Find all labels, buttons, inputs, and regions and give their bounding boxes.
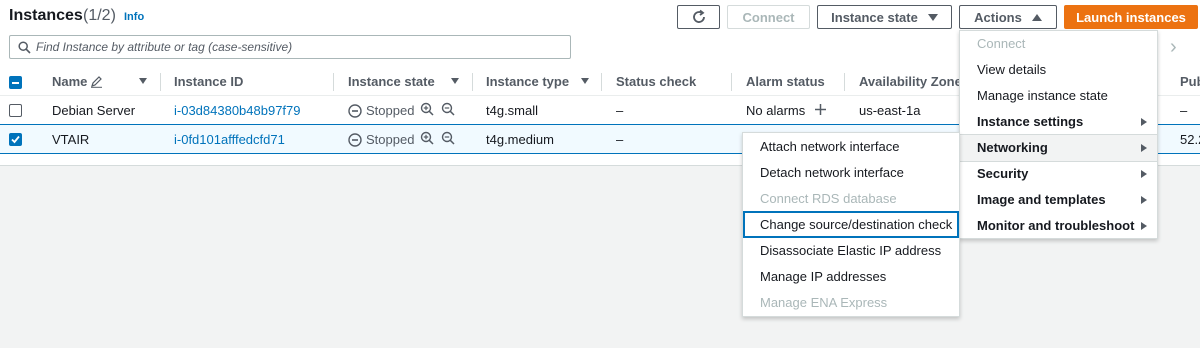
- launch-instances-label: Launch instances: [1076, 9, 1186, 25]
- column-separator: [472, 73, 473, 91]
- sort-icon[interactable]: [139, 78, 147, 84]
- column-header-availability-zone[interactable]: Availability Zone: [859, 74, 962, 89]
- column-header-alarm-status[interactable]: Alarm status: [746, 74, 825, 89]
- menu-item-image-and-templates[interactable]: Image and templates: [960, 187, 1157, 213]
- caret-down-icon: [927, 13, 938, 21]
- instance-name: VTAIR: [52, 132, 90, 147]
- instance-name: Debian Server: [52, 103, 136, 118]
- column-header-public[interactable]: Pub: [1180, 74, 1200, 89]
- menu-item-manage-instance-state[interactable]: Manage instance state: [960, 83, 1157, 109]
- menu-item-attach-network-interface[interactable]: Attach network interface: [743, 134, 959, 160]
- menu-item-monitor-and-troubleshoot[interactable]: Monitor and troubleshoot: [960, 213, 1157, 239]
- stopped-icon: [348, 103, 362, 118]
- submenu-arrow-icon: [1141, 170, 1147, 178]
- check-icon: [11, 135, 20, 144]
- connect-button[interactable]: Connect: [727, 5, 810, 29]
- column-separator: [844, 73, 845, 91]
- launch-instances-button[interactable]: Launch instances: [1064, 5, 1198, 29]
- status-check: –: [616, 132, 624, 147]
- menu-item-detach-network-interface[interactable]: Detach network interface: [743, 160, 959, 186]
- column-header-status-check[interactable]: Status check: [616, 74, 696, 89]
- edit-icon: [91, 76, 102, 88]
- connect-label: Connect: [742, 9, 795, 25]
- status-check: –: [616, 103, 624, 118]
- add-alarm-icon[interactable]: [814, 103, 827, 116]
- instance-type: t4g.small: [486, 103, 539, 118]
- networking-submenu: Attach network interface Detach network …: [742, 132, 960, 317]
- refresh-icon: [692, 9, 705, 23]
- alarm-status: No alarms: [746, 103, 806, 118]
- sort-icon[interactable]: [451, 78, 459, 84]
- sort-icon[interactable]: [581, 78, 589, 84]
- search-icon: [18, 41, 31, 54]
- row-checkbox[interactable]: [9, 104, 22, 117]
- zoom-in-icon[interactable]: [420, 131, 434, 145]
- menu-item-networking[interactable]: Networking: [960, 134, 1157, 162]
- public-ip: 52.2: [1180, 132, 1200, 147]
- stopped-icon: [348, 132, 362, 147]
- availability-zone: us-east-1a: [859, 103, 921, 118]
- instance-state-label: Stopped: [366, 132, 415, 147]
- caret-up-icon: [1031, 13, 1042, 21]
- submenu-arrow-icon: [1141, 118, 1147, 126]
- menu-item-connect[interactable]: Connect: [960, 31, 1157, 57]
- menu-item-instance-settings[interactable]: Instance settings: [960, 109, 1157, 135]
- column-header-name[interactable]: Name: [52, 74, 87, 89]
- submenu-arrow-icon: [1141, 144, 1147, 152]
- instance-state: Stopped: [348, 132, 414, 147]
- instance-state-button[interactable]: Instance state: [817, 5, 952, 29]
- column-header-instance-type[interactable]: Instance type: [486, 74, 569, 89]
- menu-item-manage-ena-express[interactable]: Manage ENA Express: [743, 290, 959, 316]
- column-header-instance-id[interactable]: Instance ID: [174, 74, 243, 89]
- search-box: [9, 35, 571, 59]
- column-separator: [731, 73, 732, 91]
- instance-state-label: Instance state: [831, 9, 918, 25]
- submenu-arrow-icon: [1141, 196, 1147, 204]
- search-input[interactable]: [36, 39, 556, 55]
- instance-type: t4g.medium: [486, 132, 554, 147]
- zoom-out-icon[interactable]: [441, 102, 455, 116]
- menu-item-connect-rds-database[interactable]: Connect RDS database: [743, 186, 959, 212]
- column-separator: [601, 73, 602, 91]
- select-all-checkbox[interactable]: [9, 76, 22, 89]
- next-page-chevron-icon[interactable]: ›: [1170, 36, 1177, 59]
- selection-count: (1/2): [83, 7, 116, 24]
- menu-item-security[interactable]: Security: [960, 161, 1157, 187]
- column-separator: [160, 73, 161, 91]
- page-title: Instances: [9, 7, 83, 24]
- instance-state: Stopped: [348, 103, 414, 118]
- zoom-out-icon[interactable]: [441, 131, 455, 145]
- actions-button[interactable]: Actions: [959, 5, 1057, 29]
- zoom-in-icon[interactable]: [420, 102, 434, 116]
- menu-item-disassociate-elastic-ip[interactable]: Disassociate Elastic IP address: [743, 238, 959, 264]
- info-link[interactable]: Info: [124, 11, 144, 23]
- column-header-instance-state[interactable]: Instance state: [348, 74, 435, 89]
- menu-item-view-details[interactable]: View details: [960, 57, 1157, 83]
- instance-id-link[interactable]: i-03d84380b48b97f79: [174, 103, 301, 118]
- public-ip: –: [1180, 103, 1188, 118]
- actions-label: Actions: [974, 9, 1022, 25]
- menu-item-manage-ip-addresses[interactable]: Manage IP addresses: [743, 264, 959, 290]
- instance-state-label: Stopped: [366, 103, 415, 118]
- column-separator: [333, 73, 334, 91]
- submenu-arrow-icon: [1141, 222, 1147, 230]
- instance-id-link[interactable]: i-0fd101afffedcfd71: [174, 132, 285, 147]
- menu-item-change-source-destination-check[interactable]: Change source/destination check: [743, 211, 959, 238]
- row-checkbox[interactable]: [9, 133, 22, 146]
- actions-menu: Connect View details Manage instance sta…: [959, 30, 1158, 239]
- refresh-button[interactable]: [677, 5, 720, 29]
